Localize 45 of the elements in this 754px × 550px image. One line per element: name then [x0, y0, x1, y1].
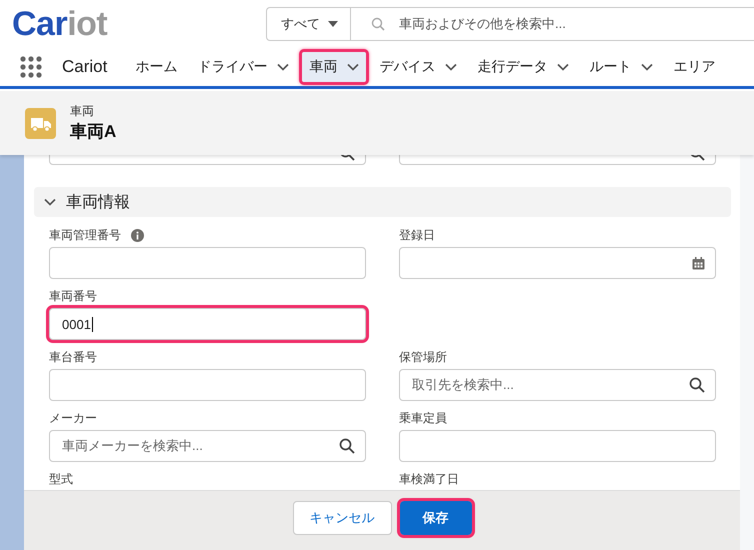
- truck-icon: [25, 108, 56, 138]
- field-label: 車検満了日: [399, 471, 459, 488]
- app-launcher-icon[interactable]: [20, 56, 42, 78]
- field-label: 登録日: [399, 227, 435, 244]
- chevron-down-icon: [445, 63, 458, 71]
- field-label: メーカー: [49, 410, 97, 427]
- field-label: 車両管理番号: [49, 227, 121, 244]
- text-field[interactable]: [49, 369, 366, 401]
- date-field[interactable]: [399, 247, 716, 279]
- text-field[interactable]: [49, 247, 366, 279]
- text-field[interactable]: [399, 430, 716, 462]
- global-search-field[interactable]: 車両およびその他を検索中...: [351, 15, 566, 33]
- chevron-down-icon: [347, 63, 360, 71]
- nav-tab[interactable]: 走行データ: [467, 49, 580, 85]
- lookup-field[interactable]: 車両メーカーを検索中...: [49, 430, 366, 462]
- info-icon: [131, 229, 144, 242]
- chevron-down-icon: [277, 63, 290, 71]
- field-label: 型式: [49, 471, 73, 488]
- cancel-button[interactable]: キャンセル: [292, 500, 392, 534]
- calendar-icon: [692, 256, 705, 270]
- app-name: Cariot: [62, 57, 108, 77]
- lookup-field[interactable]: 取引先を検索中...: [399, 369, 716, 401]
- nav-tab[interactable]: ドライバー: [187, 49, 300, 85]
- field-label: 車両番号: [49, 288, 97, 305]
- field-label: 保管場所: [399, 349, 447, 366]
- nav-tab[interactable]: エリア: [663, 49, 726, 85]
- search-scope-dropdown[interactable]: すべて: [267, 8, 351, 40]
- chevron-down-icon: [557, 63, 570, 71]
- cariot-logo: Cariot: [12, 4, 108, 44]
- search-icon: [339, 438, 355, 454]
- section-header[interactable]: 車両情報: [34, 187, 731, 217]
- chevron-down-icon: [44, 198, 56, 206]
- nav-tab[interactable]: 車両: [299, 49, 370, 85]
- search-icon: [371, 17, 385, 31]
- chevron-down-icon: [641, 63, 654, 71]
- record-type: 車両: [70, 103, 95, 120]
- nav-tab[interactable]: ルート: [579, 49, 664, 85]
- text-field[interactable]: 0001: [49, 308, 366, 340]
- field-label: 乗車定員: [399, 410, 447, 427]
- nav-tab[interactable]: デバイス: [369, 49, 468, 85]
- caret-down-icon: [328, 21, 338, 27]
- search-icon: [689, 377, 705, 393]
- nav-tab[interactable]: ホーム: [125, 49, 188, 85]
- record-title: 車両A: [70, 121, 116, 143]
- field-label: 車台番号: [49, 349, 97, 366]
